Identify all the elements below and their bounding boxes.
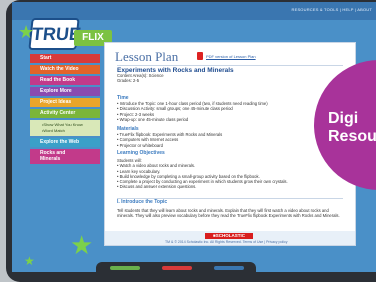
sidebar-item-label: Minerals — [40, 156, 61, 162]
logo-true-text: TRUE — [28, 18, 82, 50]
list-item: • Discuss and answer extension questions… — [117, 184, 197, 190]
objectives-heading: Learning Objectives — [117, 150, 165, 156]
sidebar-item-explore-more[interactable]: Explore More — [30, 87, 100, 96]
dock-button[interactable] — [214, 266, 244, 270]
objectives-section: Learning Objectives Students will: • Wat… — [117, 150, 288, 190]
sidebar-item-project-ideas[interactable]: Project Ideas — [30, 98, 100, 107]
sidebar-item-activity-center[interactable]: Activity Center — [30, 109, 100, 118]
sidebar-item-watch-video[interactable]: Watch the Video — [30, 65, 100, 74]
sidebar-subitem-word-match[interactable]: •Word Match — [42, 128, 100, 134]
intro-text: minerals. They will also preview vocabul… — [117, 213, 340, 219]
list-item: • Projector or whiteboard — [117, 142, 163, 148]
screen: RESOURCES & TOOLS | HELP | ABOUT TRUE FL… — [12, 2, 376, 272]
dock-button[interactable] — [110, 266, 140, 270]
grades: Grades: 2-5 — [117, 78, 140, 84]
dock-button[interactable] — [162, 266, 192, 270]
footer: ■SCHOLASTIC TM & © 2014 Scholastic Inc. … — [104, 231, 356, 246]
intro-section: I. Introduce the Topic Tell students tha… — [117, 199, 340, 219]
page-title: Lesson Plan — [115, 49, 179, 64]
badge-line: Digi — [328, 110, 359, 127]
star-icon: ★ — [70, 230, 94, 260]
star-icon: ★ — [18, 22, 35, 42]
pdf-version-link[interactable]: PDF version of Lesson Plan — [206, 54, 256, 59]
materials-section: Materials • TrueFlix flipbook: Experimen… — [117, 126, 222, 148]
activity-submenu: •Show What You Know •Word Match — [30, 120, 100, 136]
copyright-text: TM & © 2014 Scholastic Inc. All Rights R… — [165, 240, 288, 244]
pdf-icon[interactable] — [197, 52, 203, 60]
badge-text: Digi Resou — [328, 110, 376, 146]
intro-heading: I. Introduce the Topic — [117, 199, 168, 205]
sidebar-item-read-book[interactable]: Read the Book — [30, 76, 100, 85]
trueflix-logo[interactable]: TRUE FLIX — [28, 18, 112, 50]
star-icon: ★ — [24, 254, 35, 268]
time-section: Time • Introduce the Topic: one 1-hour c… — [117, 95, 268, 122]
device-dock — [96, 262, 256, 274]
top-links[interactable]: RESOURCES & TOOLS | HELP | ABOUT — [291, 7, 372, 12]
list-item: • Wrap-up: one 45-minute class period — [117, 116, 189, 122]
sidebar-item-rocks-minerals[interactable]: Rocks and Minerals — [30, 149, 100, 164]
divider — [117, 65, 343, 66]
sidebar-nav: Start Watch the Video Read the Book Expl… — [30, 54, 100, 166]
badge-line: Resou — [328, 128, 376, 145]
lesson-heading-block: Experiments with Rocks and Minerals Cont… — [117, 67, 234, 84]
sidebar-item-start[interactable]: Start — [30, 54, 100, 63]
scholastic-logo[interactable]: ■SCHOLASTIC — [205, 233, 253, 239]
sidebar-item-explore-web[interactable]: Explore the Web — [30, 138, 100, 147]
